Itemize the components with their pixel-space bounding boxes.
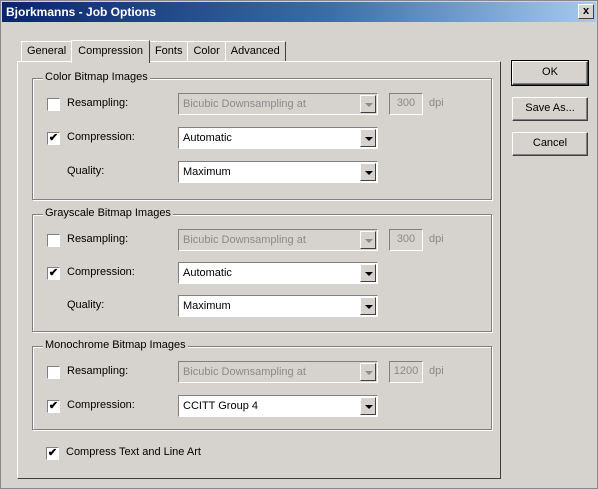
color-quality-label: Quality: (67, 165, 105, 177)
grayscale-resampling-label: Resampling: (67, 233, 129, 245)
color-quality-row: Quality: Maximum (33, 161, 491, 183)
job-options-dialog: Bjorkmanns - Job Options x General Compr… (0, 0, 598, 489)
tab-fonts[interactable]: Fonts (148, 41, 189, 61)
chevron-down-icon[interactable] (360, 397, 376, 415)
monochrome-compression-select[interactable]: CCITT Group 4 (178, 395, 378, 417)
color-dpi-label: dpi (429, 97, 444, 109)
grayscale-quality-select[interactable]: Maximum (178, 295, 378, 317)
grayscale-compression-select[interactable]: Automatic (178, 262, 378, 284)
title-bar: Bjorkmanns - Job Options x (2, 2, 596, 22)
compress-text-row: ✔ Compress Text and Line Art (32, 442, 332, 464)
color-bitmap-legend: Color Bitmap Images (43, 71, 150, 83)
grayscale-resampling-checkbox[interactable] (47, 234, 60, 247)
grayscale-bitmap-legend: Grayscale Bitmap Images (43, 207, 173, 219)
color-compression-label: Compression: (67, 131, 135, 143)
monochrome-bitmap-legend: Monochrome Bitmap Images (43, 339, 188, 351)
monochrome-resampling-row: Resampling: Bicubic Downsampling at 1200… (33, 361, 491, 383)
chevron-down-icon[interactable] (360, 264, 376, 282)
monochrome-resolution-field: 1200 (389, 361, 423, 383)
chevron-down-icon (360, 95, 376, 113)
grayscale-quality-label: Quality: (67, 299, 105, 311)
color-quality-select[interactable]: Maximum (178, 161, 378, 183)
color-resampling-select: Bicubic Downsampling at (178, 93, 378, 115)
compression-panel: Color Bitmap Images Resampling: Bicubic … (17, 61, 501, 479)
compress-text-checkbox[interactable]: ✔ (46, 447, 59, 460)
tab-advanced[interactable]: Advanced (224, 41, 286, 61)
grayscale-resampling-row: Resampling: Bicubic Downsampling at 300 … (33, 229, 491, 251)
color-compression-checkbox[interactable]: ✔ (47, 132, 60, 145)
grayscale-compression-checkbox[interactable]: ✔ (47, 267, 60, 280)
monochrome-compression-checkbox[interactable]: ✔ (47, 400, 60, 413)
window-title: Bjorkmanns - Job Options (6, 5, 157, 19)
monochrome-bitmap-group: Monochrome Bitmap Images Resampling: Bic… (32, 339, 492, 430)
monochrome-compression-label: Compression: (67, 399, 135, 411)
chevron-down-icon[interactable] (360, 129, 376, 147)
close-icon[interactable]: x (578, 4, 594, 19)
color-bitmap-group: Color Bitmap Images Resampling: Bicubic … (32, 71, 492, 200)
grayscale-bitmap-group: Grayscale Bitmap Images Resampling: Bicu… (32, 207, 492, 332)
chevron-down-icon (360, 363, 376, 381)
chevron-down-icon[interactable] (360, 297, 376, 315)
grayscale-dpi-label: dpi (429, 233, 444, 245)
tab-color[interactable]: Color (187, 41, 226, 61)
color-compression-select[interactable]: Automatic (178, 127, 378, 149)
chevron-down-icon[interactable] (360, 163, 376, 181)
color-resampling-label: Resampling: (67, 97, 129, 109)
grayscale-resampling-select: Bicubic Downsampling at (178, 229, 378, 251)
chevron-down-icon (360, 231, 376, 249)
grayscale-compression-label: Compression: (67, 266, 135, 278)
tab-compression[interactable]: Compression (71, 40, 150, 63)
ok-button[interactable]: OK (511, 60, 589, 86)
monochrome-resampling-label: Resampling: (67, 365, 129, 377)
compress-text-label: Compress Text and Line Art (66, 446, 201, 458)
color-resampling-row: Resampling: Bicubic Downsampling at 300 … (33, 93, 491, 115)
grayscale-quality-row: Quality: Maximum (33, 295, 491, 317)
save-as-button[interactable]: Save As... (512, 97, 588, 121)
monochrome-dpi-label: dpi (429, 365, 444, 377)
cancel-button[interactable]: Cancel (512, 132, 588, 156)
grayscale-resolution-field: 300 (389, 229, 423, 251)
color-resolution-field: 300 (389, 93, 423, 115)
color-resampling-checkbox[interactable] (47, 98, 60, 111)
tab-strip: General Compression Fonts Color Advanced (21, 39, 286, 63)
color-compression-row: ✔ Compression: Automatic (33, 127, 491, 149)
monochrome-compression-row: ✔ Compression: CCITT Group 4 (33, 395, 491, 417)
tab-general[interactable]: General (21, 41, 73, 61)
grayscale-compression-row: ✔ Compression: Automatic (33, 262, 491, 284)
monochrome-resampling-checkbox[interactable] (47, 366, 60, 379)
monochrome-resampling-select: Bicubic Downsampling at (178, 361, 378, 383)
